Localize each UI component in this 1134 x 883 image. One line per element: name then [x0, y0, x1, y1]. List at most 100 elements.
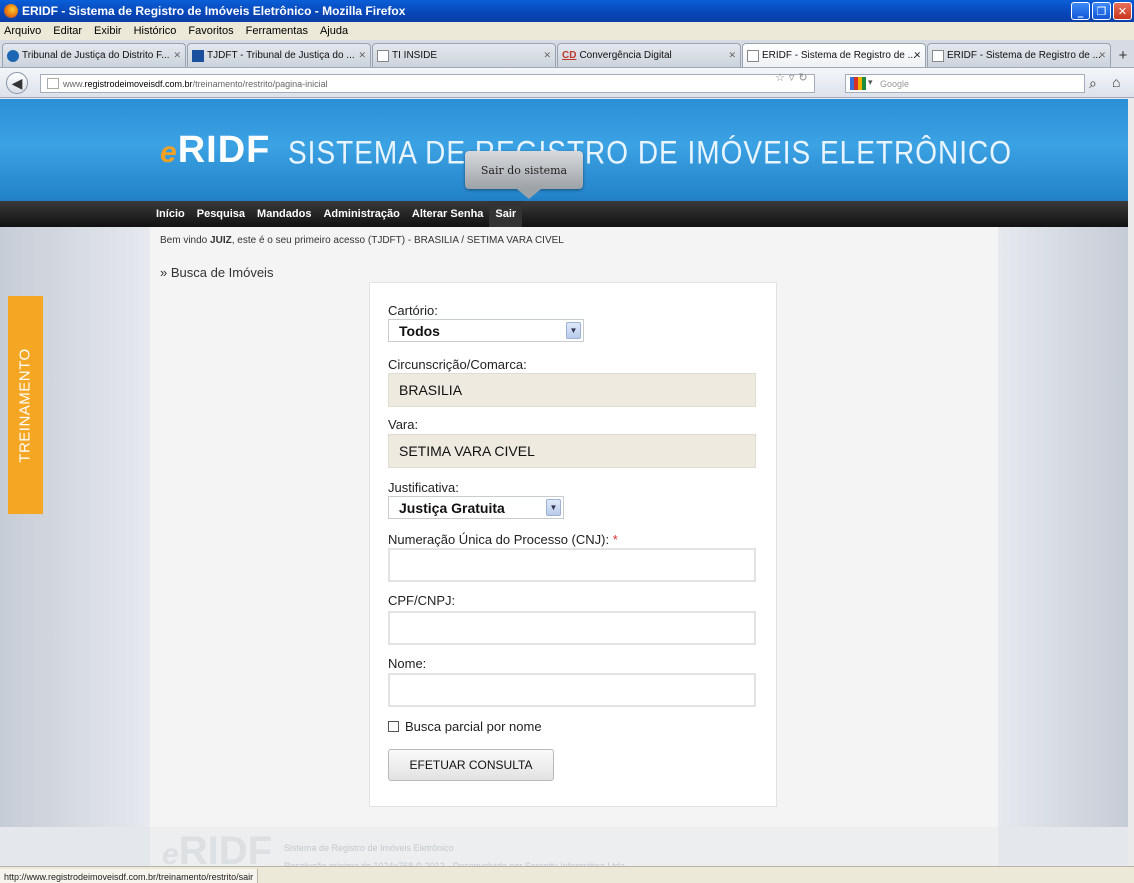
new-tab-icon[interactable]: +	[1112, 43, 1134, 67]
partial-search-label[interactable]: Busca parcial por nome	[405, 719, 542, 734]
cartorio-select[interactable]: Todos ▼	[388, 319, 584, 342]
menu-editar[interactable]: Editar	[53, 25, 82, 37]
tab-eridf[interactable]: ERIDF - Sistema de Registro de ... ✕	[927, 43, 1111, 67]
tab-eridf-active[interactable]: ERIDF - Sistema de Registro de ... ✕	[742, 43, 926, 67]
tab-close-icon[interactable]: ✕	[728, 50, 736, 61]
nav-inicio[interactable]: Início	[150, 201, 191, 227]
right-gutter	[998, 227, 1128, 827]
vara-label: Vara:	[388, 417, 419, 432]
url-host: registrodeimoveisdf.com.br	[84, 78, 193, 89]
training-badge: TREINAMENTO	[8, 296, 43, 514]
footer-line-2: Resolução mínima de 1024x768 © 2012 - De…	[284, 861, 625, 866]
site-identity-icon[interactable]	[47, 78, 59, 89]
required-marker: *	[612, 532, 618, 547]
partial-search-option[interactable]: Busca parcial por nome	[388, 719, 542, 734]
nav-sair[interactable]: Sair	[489, 201, 523, 227]
firefox-icon	[4, 4, 18, 18]
efetuar-consulta-button[interactable]: EFETUAR CONSULTA	[388, 749, 554, 781]
vara-field: SETIMA VARA CIVEL	[388, 434, 756, 468]
window-title: ERIDF - Sistema de Registro de Imóveis E…	[22, 4, 406, 18]
search-input[interactable]: ▾ Google	[845, 74, 1085, 93]
navigation-bar: ◀ www. registrodeimoveisdf.com.br/treinam…	[0, 68, 1134, 98]
tab-close-icon[interactable]: ✕	[358, 50, 366, 61]
page-favicon-icon	[377, 49, 389, 62]
tab-close-icon[interactable]: ✕	[173, 50, 181, 61]
nav-alterar-senha[interactable]: Alterar Senha	[406, 201, 490, 227]
justificativa-label: Justificativa:	[388, 480, 459, 495]
site-nav: Início Pesquisa Mandados Administração A…	[0, 201, 1128, 227]
nav-administracao[interactable]: Administração	[317, 201, 405, 227]
site-title: SISTEMA DE REGISTRO DE IMÓVEIS ELETRÔNIC…	[288, 134, 1013, 171]
footer-text: Sistema de Registro de Imóveis Eletrônic…	[284, 839, 625, 866]
search-form: Cartório: Todos ▼ Circunscrição/Comarca:…	[369, 282, 777, 807]
home-icon[interactable]: ⌂	[1112, 74, 1120, 90]
tab-label: ERIDF - Sistema de Registro de ...	[947, 50, 1101, 61]
tab-tjdf[interactable]: Tribunal de Justiça do Distrito F... ✕	[2, 43, 186, 67]
tab-bar: Tribunal de Justiça do Distrito F... ✕ T…	[0, 40, 1134, 68]
partial-search-checkbox[interactable]	[388, 721, 399, 732]
nome-input[interactable]	[388, 673, 756, 707]
status-url: http://www.registrodeimoveisdf.com.br/tr…	[0, 869, 259, 883]
vertical-scrollbar[interactable]	[1128, 99, 1134, 866]
cnj-input[interactable]	[388, 548, 756, 582]
page-favicon-icon	[932, 49, 944, 62]
close-icon[interactable]: ✕	[1113, 2, 1132, 20]
main-content: Bem vindo JUIZ, este é o seu primeiro ac…	[150, 227, 998, 827]
history-dropdown-icon[interactable]: ▿	[789, 71, 795, 84]
tab-label: ERIDF - Sistema de Registro de ...	[762, 50, 916, 61]
eridf-logo[interactable]: eRIDF	[160, 129, 270, 172]
nome-label: Nome:	[388, 656, 427, 671]
nav-mandados[interactable]: Mandados	[251, 201, 317, 227]
menu-bar: Arquivo Editar Exibir Histórico Favorito…	[0, 22, 1134, 40]
google-icon[interactable]	[850, 77, 866, 90]
search-engine-dropdown-icon[interactable]: ▾	[868, 77, 873, 88]
menu-ferramentas[interactable]: Ferramentas	[246, 25, 308, 37]
circunscricao-field: BRASILIA	[388, 373, 756, 407]
tab-label: Tribunal de Justiça do Distrito F...	[22, 50, 170, 61]
footer-logo-e: e	[162, 838, 179, 866]
tab-ti-inside[interactable]: TI INSIDE ✕	[372, 43, 556, 67]
browser-window: ERIDF - Sistema de Registro de Imóveis E…	[0, 0, 1134, 883]
page-favicon-icon	[747, 49, 759, 62]
url-bar[interactable]: www. registrodeimoveisdf.com.br/treinamen…	[40, 74, 815, 93]
tab-tjdft[interactable]: TJDFT - Tribunal de Justiça do ... ✕	[187, 43, 371, 67]
tjdft-favicon-icon	[192, 49, 204, 62]
tab-close-icon[interactable]: ✕	[543, 50, 551, 61]
reload-icon[interactable]: ↻	[798, 71, 807, 84]
url-bar-icons: ☆ ▿ ↻	[775, 71, 808, 84]
menu-arquivo[interactable]: Arquivo	[4, 25, 41, 37]
nav-pesquisa[interactable]: Pesquisa	[191, 201, 251, 227]
tab-close-icon[interactable]: ✕	[913, 50, 921, 61]
search-icon[interactable]: ⌕	[1089, 75, 1097, 92]
tab-close-icon[interactable]: ✕	[1098, 50, 1106, 61]
welcome-user: JUIZ	[210, 235, 232, 246]
bookmark-star-icon[interactable]: ☆	[775, 71, 785, 84]
welcome-post: , este é o seu primeiro acesso (TJDFT) -…	[231, 235, 564, 246]
menu-historico[interactable]: Histórico	[134, 25, 177, 37]
cartorio-label: Cartório:	[388, 303, 438, 318]
chevron-down-icon[interactable]: ▼	[546, 499, 561, 516]
tab-label: TJDFT - Tribunal de Justiça do ...	[207, 50, 355, 61]
logout-tooltip: Sair do sistema	[465, 151, 583, 199]
window-controls: _ ❐ ✕	[1071, 2, 1132, 20]
tab-label: Convergência Digital	[579, 50, 672, 61]
welcome-pre: Bem vindo	[160, 235, 211, 246]
menu-favoritos[interactable]: Favoritos	[188, 25, 233, 37]
back-arrow-icon[interactable]: ◀	[6, 72, 28, 94]
justificativa-select[interactable]: Justiça Gratuita ▼	[388, 496, 564, 519]
cnj-label: Numeração Única do Processo (CNJ): *	[388, 532, 618, 547]
tab-convergencia-digital[interactable]: CD Convergência Digital ✕	[557, 43, 741, 67]
menu-ajuda[interactable]: Ajuda	[320, 25, 348, 37]
minimize-icon[interactable]: _	[1071, 2, 1090, 20]
page-footer: eRIDF Sistema de Registro de Imóveis Ele…	[150, 827, 998, 866]
cnj-label-text: Numeração Única do Processo (CNJ):	[388, 532, 610, 547]
cpf-cnpj-input[interactable]	[388, 611, 756, 645]
chevron-down-icon[interactable]: ▼	[566, 322, 581, 339]
restore-icon[interactable]: ❐	[1092, 2, 1111, 20]
web-page: eRIDF SISTEMA DE REGISTRO DE IMÓVEIS ELE…	[0, 99, 1128, 866]
menu-exibir[interactable]: Exibir	[94, 25, 122, 37]
search-placeholder: Google	[880, 78, 910, 89]
welcome-message: Bem vindo JUIZ, este é o seu primeiro ac…	[160, 235, 564, 246]
logo-text: RIDF	[177, 129, 271, 171]
url-path: /treinamento/restrito/pagina-inicial	[192, 78, 328, 89]
